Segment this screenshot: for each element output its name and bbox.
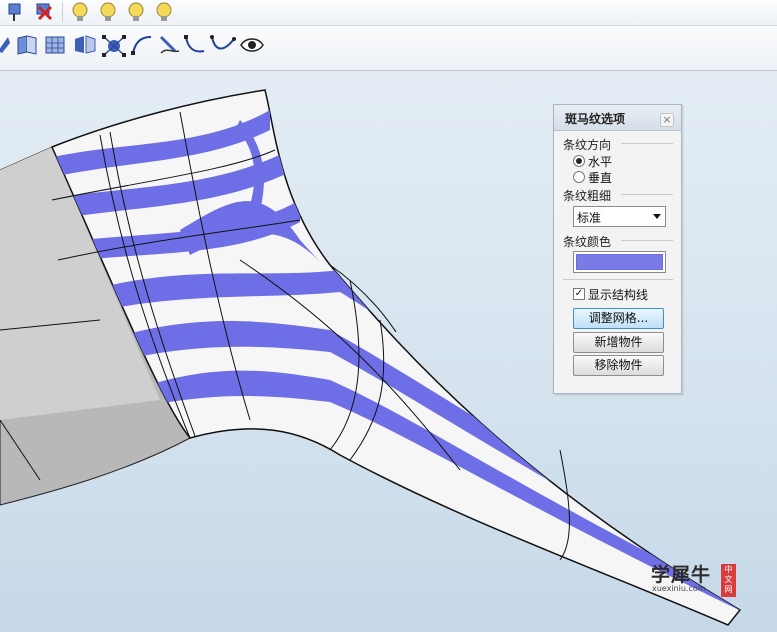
stripe-color-swatch <box>576 254 663 270</box>
watermark-logo: 学犀牛 xuexiniu.com 中文网 <box>648 558 742 600</box>
pen-icon[interactable] <box>157 33 181 57</box>
toolbar-separator <box>62 2 63 22</box>
lightbulb-icon[interactable] <box>97 1 119 23</box>
show-lines-checkbox[interactable]: ✓ <box>573 288 585 300</box>
mesh-icon[interactable] <box>43 33 69 57</box>
zebra-options-panel: 斑马纹选项 × 条纹方向 水平 垂直 条纹粗细 标准 条纹颜色 ✓ 显示结构线 … <box>553 104 682 394</box>
divider <box>563 279 673 280</box>
thickness-select[interactable]: 标准 <box>573 206 666 227</box>
add-objects-button[interactable]: 新增物件 <box>573 332 664 353</box>
eye-icon[interactable] <box>239 33 265 57</box>
thickness-value: 标准 <box>577 211 602 225</box>
color-label: 条纹颜色 <box>563 235 612 249</box>
radio-horizontal-label[interactable]: 水平 <box>588 153 612 170</box>
delete-icon[interactable] <box>33 1 55 23</box>
chevron-down-icon <box>653 214 661 219</box>
remove-objects-button[interactable]: 移除物件 <box>573 355 664 376</box>
stripe-color-picker[interactable] <box>573 251 666 273</box>
main-toolbar <box>0 26 777 71</box>
thickness-label: 条纹粗细 <box>563 189 612 203</box>
lightbulb-icon[interactable] <box>125 1 147 23</box>
watermark-tag: 中文网 <box>721 564 736 597</box>
panel-title: 斑马纹选项 <box>565 112 626 126</box>
radio-vertical[interactable] <box>573 171 585 183</box>
adjust-mesh-button[interactable]: 调整网格... <box>573 308 664 329</box>
face-icon[interactable] <box>15 33 39 57</box>
divider <box>621 143 673 144</box>
pin-icon[interactable] <box>4 1 26 23</box>
node-curve-icon[interactable] <box>209 33 237 57</box>
radio-vertical-label[interactable]: 垂直 <box>588 169 612 186</box>
lightbulb-icon[interactable] <box>69 1 91 23</box>
close-icon[interactable]: × <box>660 113 674 127</box>
curve-edit-icon[interactable] <box>183 33 207 57</box>
lightbulb-icon[interactable] <box>153 1 175 23</box>
watermark-text: 学犀牛 <box>651 564 712 586</box>
top-toolbar <box>0 0 777 26</box>
show-lines-label[interactable]: 显示结构线 <box>588 286 648 303</box>
surface-icon[interactable] <box>0 33 12 57</box>
direction-label: 条纹方向 <box>563 138 612 152</box>
flip-icon[interactable] <box>72 33 98 57</box>
watermark-url: xuexiniu.com <box>652 584 706 593</box>
divider <box>621 240 673 241</box>
panel-titlebar[interactable]: 斑马纹选项 × <box>554 105 681 131</box>
radio-horizontal[interactable] <box>573 155 585 167</box>
divider <box>621 194 673 195</box>
curve-icon[interactable] <box>130 33 154 57</box>
control-points-icon[interactable] <box>100 33 128 59</box>
